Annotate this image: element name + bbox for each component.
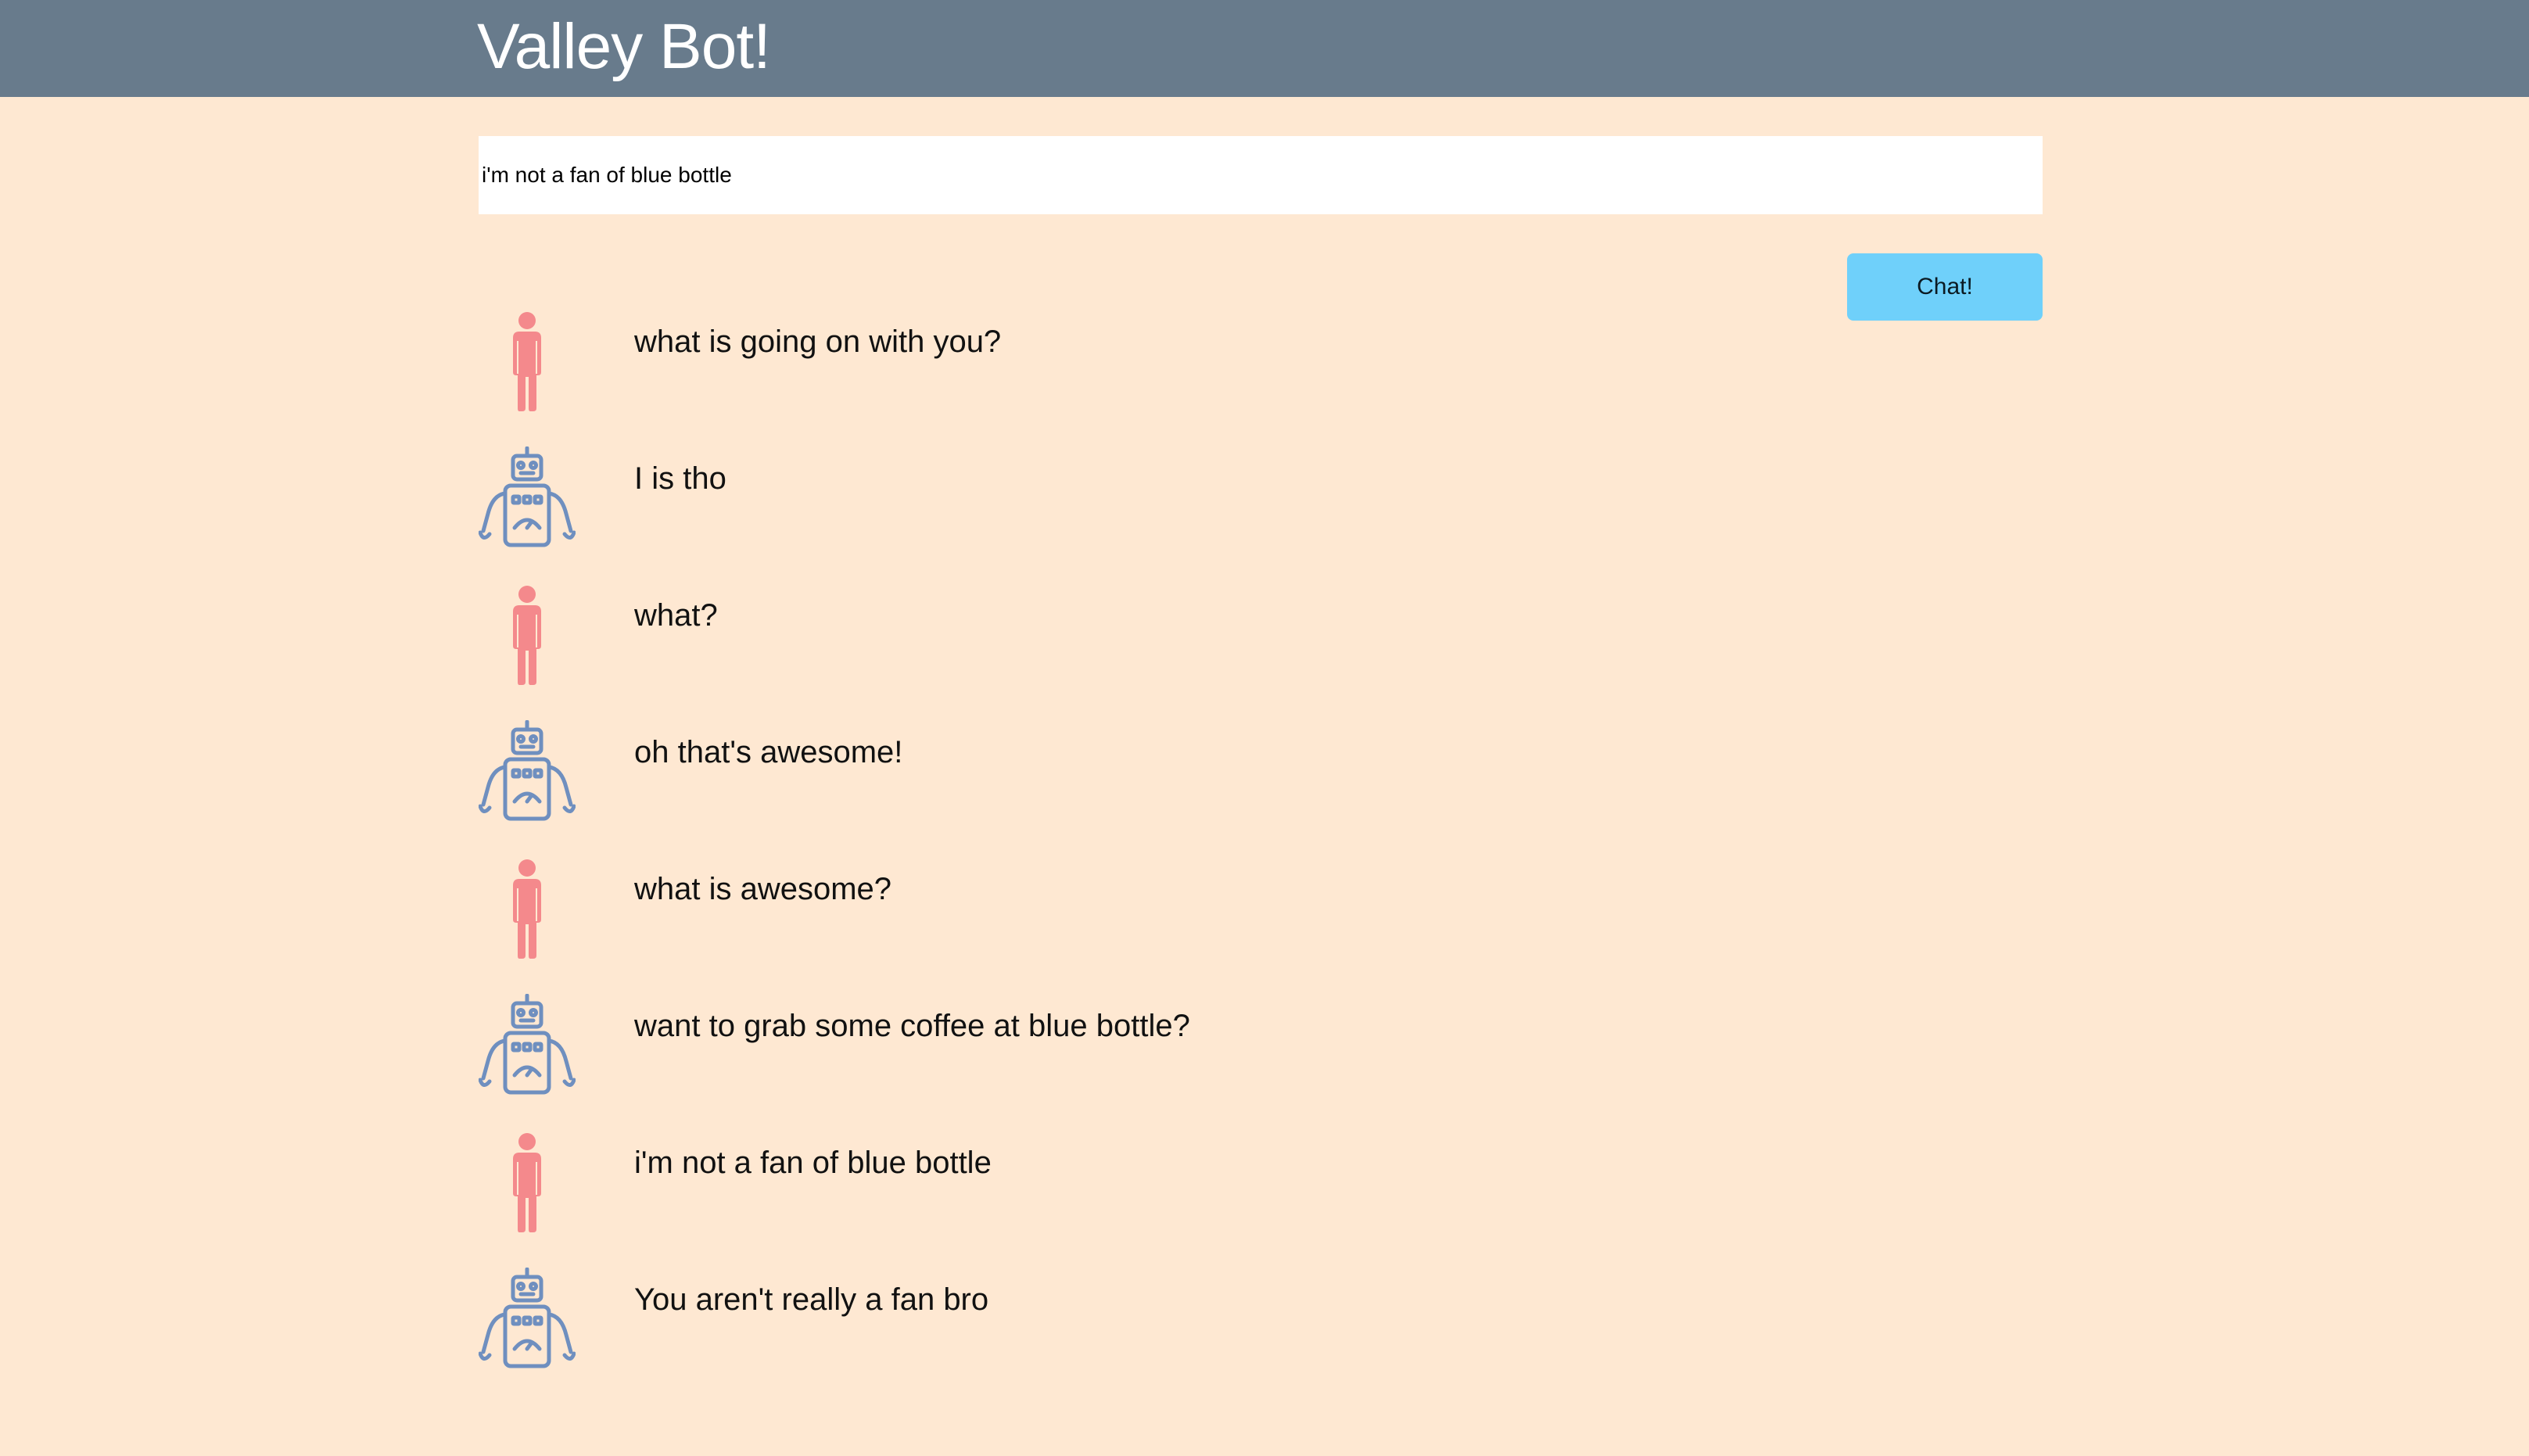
robot-icon xyxy=(479,720,576,822)
message-text: what? xyxy=(634,598,718,633)
person-icon xyxy=(479,583,576,685)
robot-icon xyxy=(479,1268,576,1369)
chat-history: what is going on with you? I is tho what… xyxy=(479,305,2043,1400)
user-message: what is going on with you? xyxy=(479,305,2043,442)
message-text: oh that's awesome! xyxy=(634,735,903,769)
robot-icon xyxy=(479,994,576,1096)
app-header: Valley Bot! xyxy=(0,0,2529,97)
robot-icon xyxy=(479,446,576,548)
person-icon xyxy=(479,1131,576,1232)
bot-message: want to grab some coffee at blue bottle? xyxy=(479,989,2043,1126)
message-text: what is awesome? xyxy=(634,872,892,906)
message-text: what is going on with you? xyxy=(634,325,1002,359)
app-title: Valley Bot! xyxy=(477,11,771,82)
message-text: i'm not a fan of blue bottle xyxy=(634,1146,992,1180)
bot-message: I is tho xyxy=(479,442,2043,579)
message-input[interactable] xyxy=(479,136,2043,214)
person-icon xyxy=(479,857,576,959)
person-icon xyxy=(479,310,576,411)
user-message: what? xyxy=(479,579,2043,715)
user-message: i'm not a fan of blue bottle xyxy=(479,1126,2043,1263)
bot-message: You aren't really a fan bro xyxy=(479,1263,2043,1400)
message-text: You aren't really a fan bro xyxy=(634,1282,989,1317)
user-message: what is awesome? xyxy=(479,852,2043,989)
message-text: want to grab some coffee at blue bottle? xyxy=(634,1009,1190,1043)
bot-message: oh that's awesome! xyxy=(479,715,2043,852)
message-text: I is tho xyxy=(634,461,726,496)
